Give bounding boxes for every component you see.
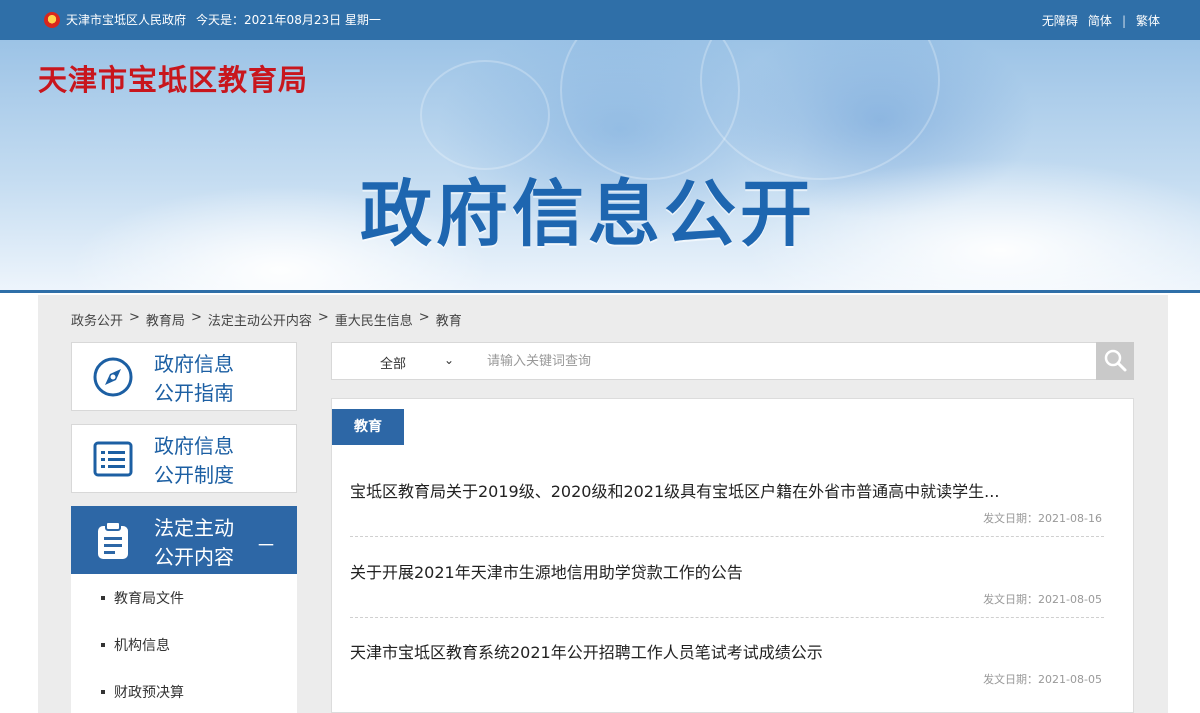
divider: [350, 536, 1104, 537]
top-bar-left: 天津市宝坻区人民政府 今天是：2021年08月23日 星期一: [44, 11, 391, 28]
breadcrumb-separator: >: [129, 310, 140, 325]
breadcrumb: 政务公开 > 教育局 > 法定主动公开内容 > 重大民生信息 > 教育: [71, 310, 462, 329]
tab-education[interactable]: 教育: [332, 409, 404, 445]
top-bar-links: 无障碍 简体 | 繁体: [1032, 12, 1160, 29]
accessibility-link[interactable]: 无障碍: [1042, 12, 1078, 29]
news-title-link[interactable]: 关于开展2021年天津市生源地信用助学贷款工作的公告: [350, 559, 1104, 583]
search-icon: [1104, 349, 1127, 372]
bullet: [101, 596, 105, 600]
today-date: 今天是：2021年08月23日 星期一: [196, 13, 381, 27]
search-scope-select[interactable]: 全部: [380, 353, 406, 372]
news-date: 发文日期：2021-08-16: [983, 512, 1102, 525]
breadcrumb-separator: >: [190, 310, 202, 325]
submenu-item-bureau-documents[interactable]: 教育局文件: [101, 588, 184, 608]
news-title-link[interactable]: 天津市宝坻区教育系统2021年公开招聘工作人员笔试考试成绩公示: [350, 639, 1104, 663]
breadcrumb-separator: >: [317, 310, 329, 325]
banner-decoration: [420, 60, 550, 170]
breadcrumb-separator: >: [418, 310, 430, 325]
banner-divider: [0, 290, 1200, 293]
news-item: 关于开展2021年天津市生源地信用助学贷款工作的公告 发文日期：2021-08-…: [350, 559, 1104, 618]
search-button[interactable]: [1096, 342, 1134, 380]
banner-headline: 政府信息公开: [360, 172, 817, 256]
top-bar: 天津市宝坻区人民政府 今天是：2021年08月23日 星期一 无障碍 简体 | …: [0, 0, 1200, 40]
compass-icon: [93, 357, 133, 397]
divider: [350, 617, 1104, 618]
national-emblem-icon: [44, 11, 60, 28]
bullet: [101, 643, 105, 647]
search-input[interactable]: [487, 351, 1067, 371]
clipboard-icon: [98, 521, 128, 559]
breadcrumb-item-current[interactable]: 教育: [436, 310, 462, 329]
header-banner: 天津市宝坻区教育局 政府信息公开: [0, 40, 1200, 292]
breadcrumb-item[interactable]: 法定主动公开内容: [208, 310, 312, 329]
submenu-item-institution-info[interactable]: 机构信息: [101, 635, 170, 655]
sidebar-item-label: 政府信息 公开制度: [154, 434, 234, 487]
news-panel: 教育 宝坻区教育局关于2019级、2020级和2021级具有宝坻区户籍在外省市普…: [331, 398, 1134, 713]
sidebar-item-label: 政府信息 公开指南: [154, 352, 234, 405]
list-icon: [93, 441, 133, 477]
site-title[interactable]: 天津市宝坻区教育局: [38, 57, 308, 99]
news-title-link[interactable]: 宝坻区教育局关于2019级、2020级和2021级具有宝坻区户籍在外省市普通高中…: [350, 478, 1104, 502]
government-site-link[interactable]: 天津市宝坻区人民政府: [66, 11, 186, 28]
divider: |: [1121, 13, 1126, 28]
submenu-item-budget-accounts[interactable]: 财政预决算: [101, 682, 184, 702]
breadcrumb-item[interactable]: 教育局: [146, 310, 185, 329]
search-bar: 全部 ⌄: [331, 342, 1134, 380]
bullet: [101, 690, 105, 694]
sidebar-item-disclosure-guide[interactable]: 政府信息 公开指南: [71, 342, 297, 411]
chevron-down-icon[interactable]: ⌄: [444, 353, 454, 367]
news-item: 宝坻区教育局关于2019级、2020级和2021级具有宝坻区户籍在外省市普通高中…: [350, 478, 1104, 537]
breadcrumb-item[interactable]: 重大民生信息: [335, 310, 413, 329]
news-date: 发文日期：2021-08-05: [983, 593, 1102, 606]
breadcrumb-item[interactable]: 政务公开: [71, 310, 123, 329]
sidebar-submenu: 教育局文件 机构信息 财政预决算: [71, 574, 297, 713]
collapse-toggle[interactable]: －: [256, 529, 276, 558]
news-item: 天津市宝坻区教育系统2021年公开招聘工作人员笔试考试成绩公示 发文日期：202…: [350, 639, 1104, 686]
simplified-chinese-link[interactable]: 简体: [1088, 12, 1112, 29]
sidebar-item-mandatory-disclosure[interactable]: 法定主动 公开内容 －: [71, 506, 297, 575]
sidebar-item-disclosure-rules[interactable]: 政府信息 公开制度: [71, 424, 297, 493]
news-date: 发文日期：2021-08-05: [983, 673, 1102, 686]
traditional-chinese-link[interactable]: 繁体: [1136, 12, 1160, 29]
